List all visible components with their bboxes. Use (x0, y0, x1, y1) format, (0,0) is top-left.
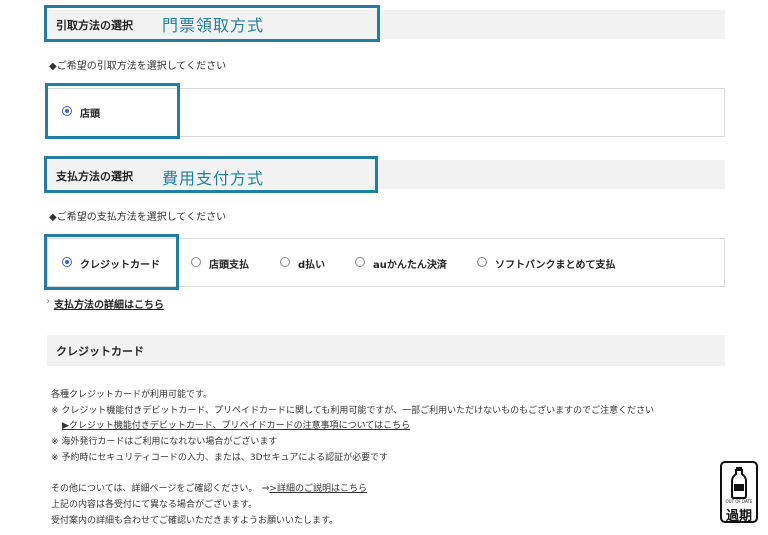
credit-card-text-6: 上記の内容は各受付にて異なる場合がございます。 (51, 500, 258, 510)
details-prefix-text: その他については、詳細ページをご確認ください。 ⇒ (51, 484, 270, 494)
pickup-prompt: ◆ご希望の引取方法を選択してください (49, 61, 227, 72)
credit-card-text-3: ※ 海外発行カードはご利用になれない場合がございます (51, 437, 278, 447)
credit-card-text-5: その他については、詳細ページをご確認ください。 ⇒>詳細のご説明はこちら (51, 481, 367, 494)
bottle-icon (731, 467, 747, 499)
payment-details-link[interactable]: 支払方法の詳細はこちら (54, 296, 164, 311)
pickup-annotation-box (44, 5, 380, 42)
credit-card-section-header (47, 335, 725, 366)
credit-card-text-7: 受付案内の詳細も合わせてご確認いただきますようお願いいたします。 (51, 516, 339, 526)
payment-option-softbank[interactable]: ソフトバンクまとめて支払 (476, 254, 636, 272)
credit-card-section-title: クレジットカード (56, 345, 144, 358)
credit-card-text-1: 各種クレジットカードが利用可能です。 (51, 390, 213, 400)
payment-option-store[interactable]: 店頭支払 (190, 254, 260, 272)
payment-option-au[interactable]: auかんたん決済 (354, 254, 464, 272)
radio-icon[interactable] (477, 257, 487, 267)
pickup-option-annotation-box (45, 83, 180, 139)
radio-icon[interactable] (355, 257, 365, 267)
payment-prompt: ◆ご希望の支払方法を選択してください (49, 212, 227, 223)
details-explanation-link[interactable]: >詳細のご説明はこちら (269, 484, 367, 494)
payment-option-label: d払い (298, 260, 326, 271)
out-of-date-badge: OUT OF DATE 過期 (720, 461, 758, 524)
payment-option-d-pay[interactable]: d払い (279, 254, 339, 272)
payment-option-label: auかんたん決済 (373, 260, 447, 271)
badge-small-text: OUT OF DATE (725, 499, 753, 504)
payment-annotation-box (44, 156, 378, 193)
radio-icon[interactable] (280, 257, 290, 267)
payment-option-annotation-box (44, 234, 179, 290)
credit-card-text-4: ※ 予約時にセキュリティコードの入力、または、3Dセキュアによる認証が必要です (51, 453, 389, 463)
payment-option-label: 店頭支払 (209, 260, 249, 271)
credit-card-text-2: ※ クレジット機能付きデビットカード、プリペイドカードに関しても利用可能ですが、… (51, 406, 655, 416)
chevron-right-icon: › (46, 296, 50, 307)
radio-icon[interactable] (191, 257, 201, 267)
debit-prepaid-notice-link[interactable]: ▶クレジット機能付きデビットカード、プリペイドカードの注意事項についてはこちら (62, 418, 410, 431)
badge-text: 過期 (725, 509, 752, 524)
payment-option-label: ソフトバンクまとめて支払 (495, 260, 616, 271)
